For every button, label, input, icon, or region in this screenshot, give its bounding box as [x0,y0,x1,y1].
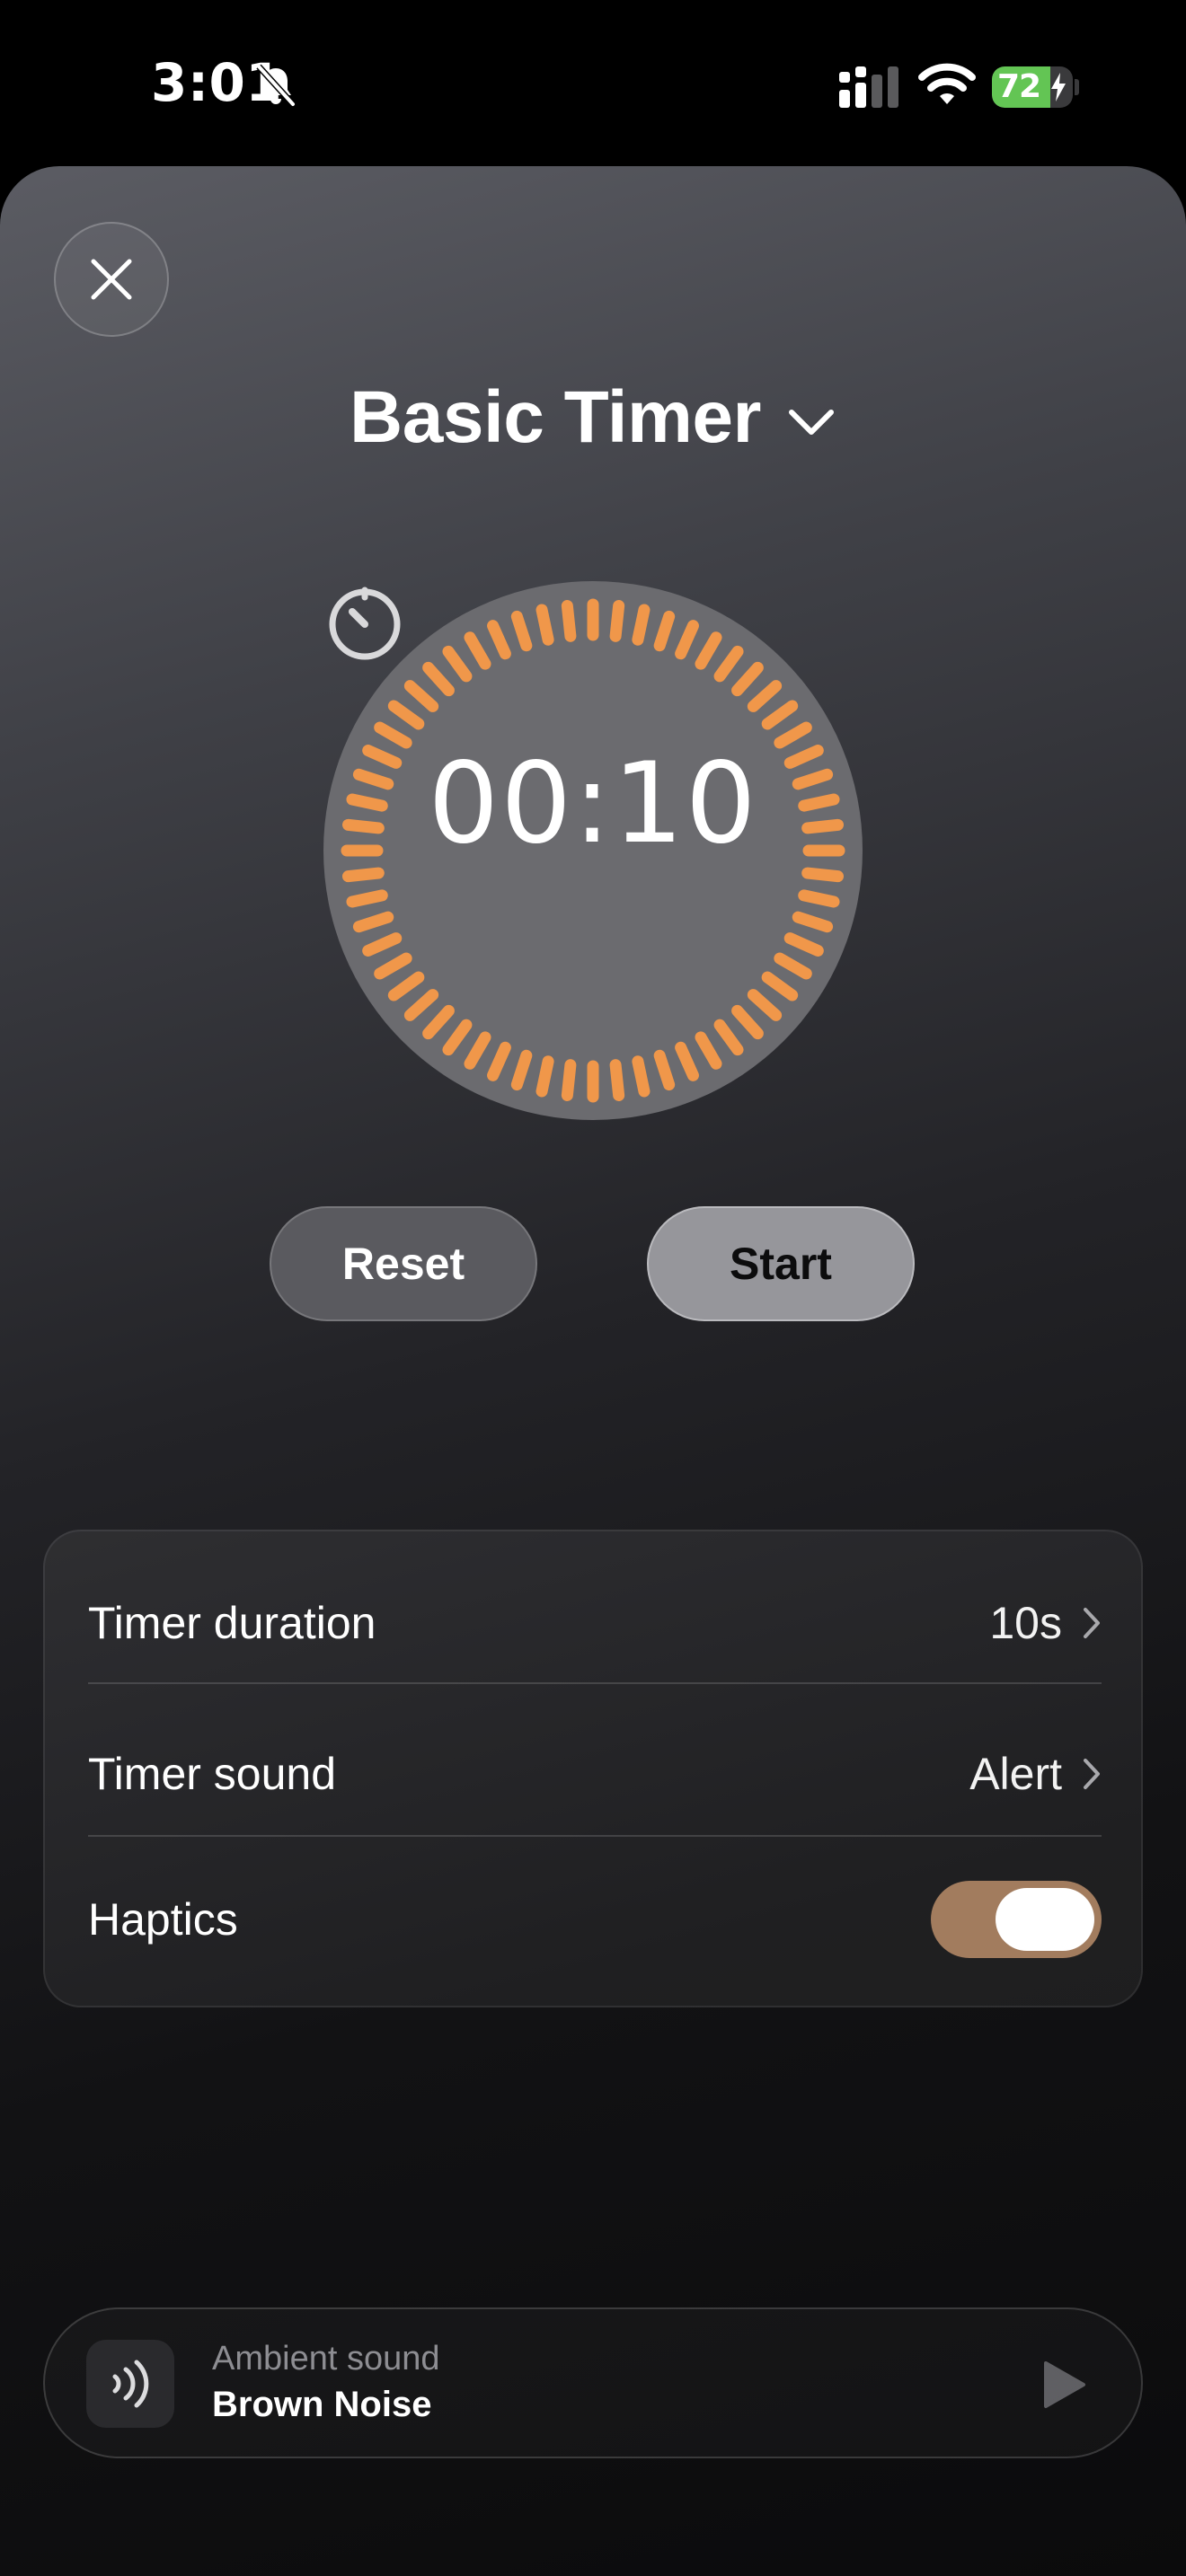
countdown-tick [731,1004,764,1040]
countdown-tick [609,1059,625,1101]
timer-type-selector[interactable]: Basic Timer [0,373,1186,463]
countdown-tick [695,631,722,670]
countdown-tick [346,889,388,908]
row-divider [88,1835,1102,1837]
settings-card: Timer duration 10s Timer sound Alert Hap… [43,1530,1143,2007]
play-icon[interactable] [1035,2358,1089,2412]
timer-sheet: Basic Timer 00:10 Reset Start Timer dura… [0,166,1186,2576]
countdown-tick [653,1049,676,1091]
countdown-tick [713,645,744,683]
page-title: Basic Timer [350,376,761,458]
row-divider [88,1682,1102,1684]
sound-waves-icon [112,2360,149,2408]
haptics-toggle[interactable] [931,1881,1102,1958]
countdown-tick [422,661,455,697]
countdown-tick [801,867,844,883]
ambient-icon-tile [86,2340,174,2428]
timer-sound-label: Timer sound [88,1749,337,1799]
stopwatch-icon [329,587,401,660]
battery-indicator: 72 [992,66,1073,108]
countdown-tick [535,1055,554,1098]
countdown-tick [747,989,783,1021]
timer-duration-row[interactable]: Timer duration 10s [88,1580,1102,1666]
countdown-tick [632,1055,651,1098]
countdown-tick [362,932,403,957]
countdown-tick [464,631,491,670]
signal-icon [839,66,898,108]
status-bar: 3:01 72 [0,0,1186,166]
countdown-tick [783,932,824,957]
countdown-tick [342,867,385,883]
countdown-tick [561,1059,577,1101]
countdown-tick [422,1004,455,1040]
countdown-tick [487,620,511,660]
countdown-tick [747,680,783,712]
countdown-tick [442,645,473,683]
countdown-tick [387,700,425,730]
charging-bolt-icon [1051,73,1066,101]
start-button[interactable]: Start [647,1206,915,1321]
countdown-tick [442,1019,473,1056]
countdown-tick [374,952,412,980]
ambient-caption: Ambient sound [212,2340,440,2378]
countdown-tick [535,604,554,646]
close-icon [91,259,132,300]
countdown-tick [561,600,577,642]
close-button[interactable] [54,222,169,337]
timer-sound-value: Alert [969,1749,1062,1799]
timer-duration-label: Timer duration [88,1598,376,1648]
countdown-tick [695,1031,722,1070]
timer-sound-row[interactable]: Timer sound Alert [88,1731,1102,1817]
countdown-tick [352,911,394,933]
haptics-label: Haptics [88,1894,238,1945]
countdown-tick [774,952,812,980]
battery-cap [1075,79,1079,95]
countdown-tick [403,989,439,1021]
timer-dial: 00:10 [323,581,863,1120]
countdown-tick [387,971,425,1001]
wifi-icon [918,63,976,104]
chevron-down-icon [788,410,834,435]
countdown-tick [510,1049,533,1091]
haptics-row: Haptics [88,1876,1102,1963]
countdown-tick [653,610,676,652]
bell-slash-icon [256,64,296,107]
toggle-knob [996,1888,1094,1951]
countdown-tick [675,620,699,660]
ambient-sound-player[interactable]: Ambient sound Brown Noise [43,2307,1143,2458]
countdown-tick [510,610,533,652]
chevron-right-icon [1084,1759,1100,1789]
countdown-tick [761,971,799,1001]
countdown-tick [761,700,799,730]
chevron-right-icon [1084,1608,1100,1638]
countdown-tick [609,600,625,642]
countdown-tick [403,680,439,712]
countdown-tick [798,889,840,908]
countdown-tick [464,1031,491,1070]
timer-duration-value: 10s [989,1598,1062,1648]
countdown-tick [675,1041,699,1081]
countdown-tick [632,604,651,646]
battery-level: 72 [997,68,1041,105]
countdown-tick [792,911,834,933]
timer-display: 00:10 [428,739,758,869]
ambient-track-title: Brown Noise [212,2385,432,2424]
countdown-tick [487,1041,511,1081]
reset-button[interactable]: Reset [270,1206,537,1321]
countdown-tick [731,661,764,697]
countdown-tick [713,1019,744,1056]
